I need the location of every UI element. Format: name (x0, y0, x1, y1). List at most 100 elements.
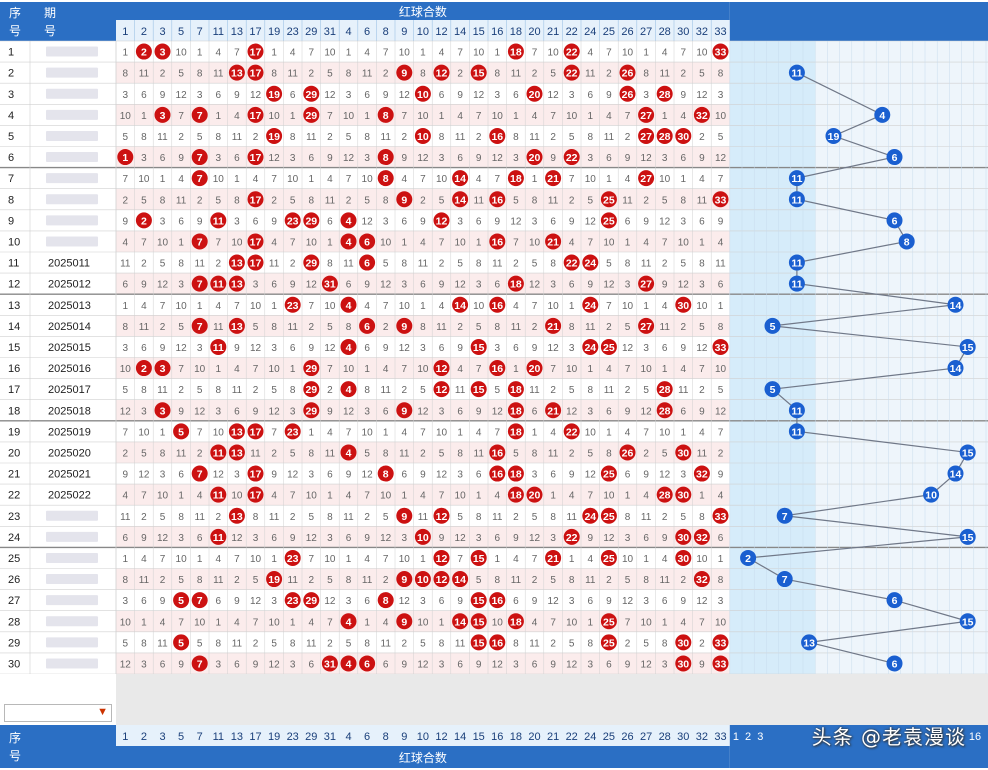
omission-value: 1 (643, 554, 649, 565)
header-red-col-22: 22 (566, 26, 578, 38)
omission-value: 12 (306, 533, 318, 544)
omission-value: 7 (699, 617, 705, 628)
omission-value: 7 (216, 237, 222, 248)
omission-value: 8 (346, 575, 352, 586)
omission-value: 7 (253, 617, 259, 628)
omission-value: 1 (216, 364, 222, 375)
footer-red-col-32: 32 (696, 731, 708, 743)
footer-red-col-3: 3 (159, 731, 165, 743)
omission-value: 9 (532, 596, 538, 607)
omission-value: 10 (455, 491, 467, 502)
omission-value: 10 (436, 427, 448, 438)
omission-value: 11 (120, 512, 131, 523)
omission-value: 4 (681, 617, 687, 628)
omission-value: 4 (364, 301, 370, 312)
omission-value: 11 (288, 322, 299, 333)
row-seq: 1 (8, 47, 14, 59)
omission-value: 4 (216, 301, 222, 312)
red-ball-label: 10 (417, 131, 429, 143)
period-select[interactable]: ▼ (4, 704, 112, 722)
omission-value: 9 (160, 343, 166, 354)
omission-value: 6 (197, 533, 203, 544)
omission-value: 10 (715, 617, 727, 628)
red-ball-label: 32 (696, 110, 708, 122)
blue-ball-label: 6 (892, 215, 898, 227)
omission-value: 11 (176, 448, 187, 459)
omission-value: 4 (439, 301, 445, 312)
omission-value: 5 (141, 448, 147, 459)
omission-value: 10 (715, 111, 727, 122)
omission-value: 9 (588, 280, 594, 291)
row-period-blurred (46, 215, 98, 226)
omission-value: 3 (457, 470, 463, 481)
omission-value: 5 (309, 512, 315, 523)
header-period-top: 期 (44, 6, 56, 20)
omission-value: 5 (383, 259, 389, 270)
omission-value: 10 (250, 554, 262, 565)
omission-value: 5 (476, 322, 482, 333)
omission-value: 6 (662, 343, 668, 354)
omission-value: 5 (681, 512, 687, 523)
omission-value: 4 (253, 174, 259, 185)
footer-red-col-17: 17 (249, 731, 261, 743)
omission-value: 6 (625, 216, 631, 227)
omission-value: 7 (476, 364, 482, 375)
red-ball-label: 15 (473, 637, 485, 649)
omission-value: 1 (309, 174, 315, 185)
red-ball-label: 21 (547, 553, 559, 565)
omission-value: 6 (160, 659, 166, 670)
omission-value: 12 (529, 533, 541, 544)
omission-value: 10 (250, 301, 262, 312)
omission-value: 11 (157, 638, 168, 649)
red-ball-label: 3 (160, 110, 166, 122)
omission-value: 10 (213, 427, 225, 438)
omission-value: 1 (643, 301, 649, 312)
red-ball-label: 17 (250, 152, 262, 164)
omission-value: 1 (625, 237, 631, 248)
red-ball-label: 30 (677, 637, 689, 649)
omission-value: 10 (269, 111, 281, 122)
omission-value: 3 (309, 470, 315, 481)
omission-value: 7 (532, 301, 538, 312)
red-ball-label: 1 (122, 152, 128, 164)
omission-value: 1 (364, 364, 370, 375)
chevron-down-icon[interactable]: ▼ (97, 706, 108, 718)
omission-value: 10 (287, 174, 299, 185)
omission-value: 1 (141, 617, 147, 628)
omission-value: 1 (178, 237, 184, 248)
red-ball-label: 18 (510, 426, 522, 438)
omission-value: 5 (123, 385, 129, 396)
omission-value: 6 (402, 216, 408, 227)
omission-value: 12 (622, 596, 634, 607)
omission-value: 9 (234, 90, 240, 101)
omission-value: 4 (364, 48, 370, 59)
omission-value: 10 (473, 301, 485, 312)
omission-value: 1 (643, 48, 649, 59)
omission-value: 6 (439, 343, 445, 354)
omission-value: 6 (364, 343, 370, 354)
omission-value: 8 (513, 132, 519, 143)
header-red-col-12: 12 (435, 26, 447, 38)
omission-value: 9 (606, 596, 612, 607)
omission-value: 1 (476, 491, 482, 502)
omission-value: 8 (123, 575, 129, 586)
omission-value: 7 (309, 301, 315, 312)
omission-value: 4 (290, 48, 296, 59)
red-ball-label: 22 (566, 68, 578, 80)
omission-value: 2 (513, 512, 519, 523)
omission-value: 7 (439, 237, 445, 248)
footer-red-col-33: 33 (714, 731, 726, 743)
red-ball-label: 3 (160, 47, 166, 59)
omission-value: 4 (160, 617, 166, 628)
omission-value: 2 (197, 195, 203, 206)
omission-value: 3 (197, 343, 203, 354)
omission-value: 5 (718, 385, 724, 396)
omission-value: 5 (439, 195, 445, 206)
omission-value: 5 (420, 385, 426, 396)
omission-value: 2 (439, 259, 445, 270)
red-ball-label: 5 (178, 426, 184, 438)
omission-value: 5 (178, 575, 184, 586)
omission-value: 2 (402, 385, 408, 396)
omission-value: 1 (699, 491, 705, 502)
omission-value: 1 (402, 237, 408, 248)
